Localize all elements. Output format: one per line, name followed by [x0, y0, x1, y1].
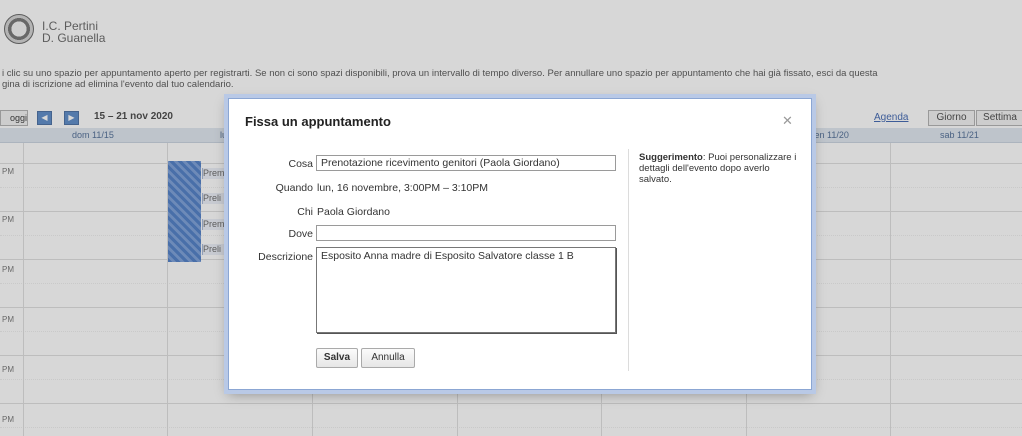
who-value: Paola Giordano	[317, 206, 390, 218]
hint-title: Suggerimento	[639, 152, 703, 163]
what-input[interactable]	[316, 155, 616, 171]
where-input[interactable]	[316, 225, 616, 241]
close-icon[interactable]: ✕	[782, 113, 793, 129]
when-label: Quando	[275, 182, 313, 194]
who-label: Chi	[297, 206, 313, 218]
what-label: Cosa	[288, 158, 313, 170]
dialog-title: Fissa un appuntamento	[245, 114, 391, 129]
description-label: Descrizione	[258, 251, 313, 263]
description-textarea[interactable]: Esposito Anna madre di Esposito Salvator…	[316, 247, 616, 333]
hint-panel: Suggerimento: Puoi personalizzare i dett…	[639, 152, 797, 185]
appointment-dialog: Fissa un appuntamento ✕ Cosa Quando lun,…	[228, 98, 812, 390]
dialog-divider	[628, 149, 629, 371]
cancel-button[interactable]: Annulla	[361, 348, 415, 368]
save-button[interactable]: Salva	[316, 348, 358, 368]
when-value: lun, 16 novembre, 3:00PM – 3:10PM	[317, 182, 489, 194]
where-label: Dove	[288, 228, 313, 240]
